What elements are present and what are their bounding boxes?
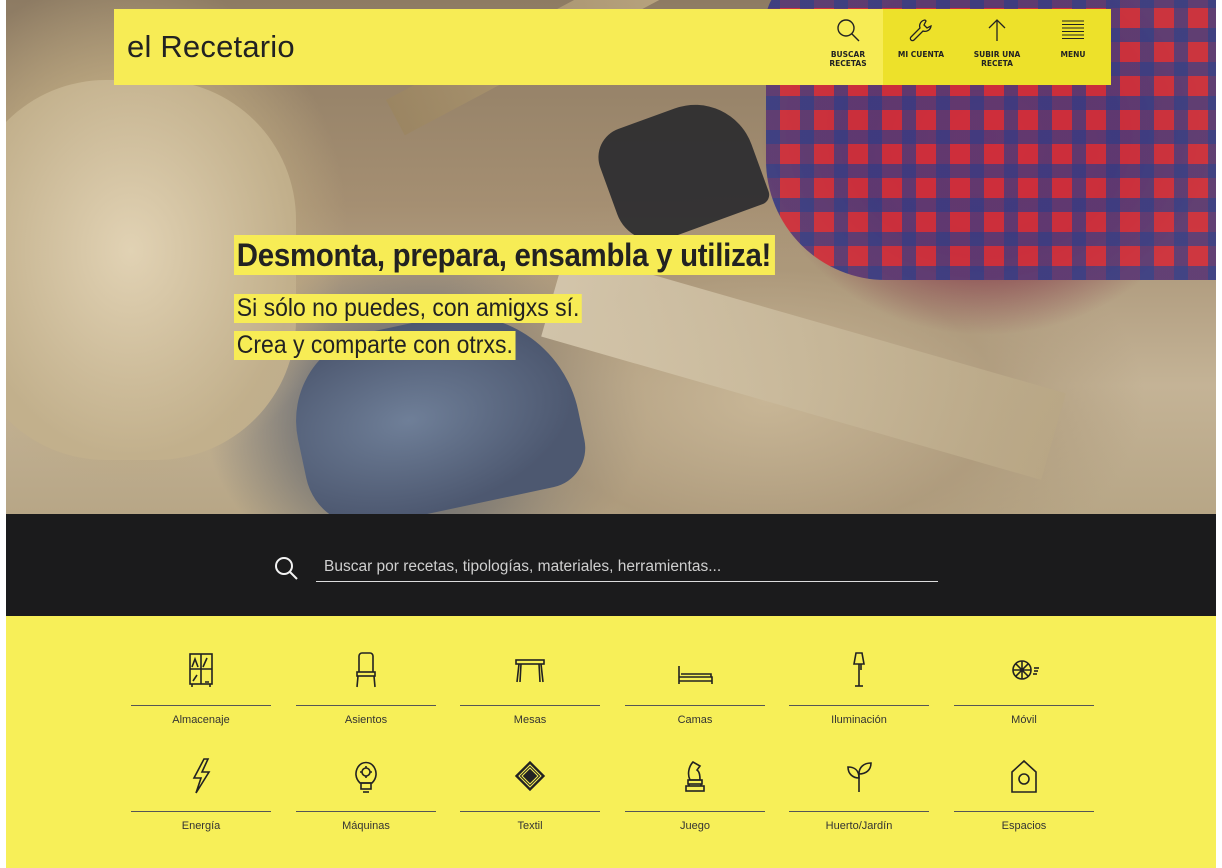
- category-label: Huerto/Jardín: [825, 820, 893, 832]
- nav-search-label: BUSCAR RECETAS: [829, 50, 867, 68]
- category-label: Energía: [181, 820, 221, 832]
- hero-subline-2: Crea y comparte con otrxs.: [234, 331, 516, 360]
- house-icon: [1011, 759, 1037, 793]
- lamp-icon: [853, 652, 865, 687]
- category-label: Asientos: [344, 714, 388, 726]
- category-grid: Almacenaje Asientos Mesas Camas Iluminac…: [6, 616, 1216, 868]
- arrow-up-icon: [988, 19, 1006, 41]
- chess-piece-icon: [685, 761, 705, 792]
- sprout-icon: [847, 762, 872, 792]
- category-energia[interactable]: Energía: [131, 756, 271, 836]
- category-almacenaje[interactable]: Almacenaje: [131, 650, 271, 730]
- category-maquinas[interactable]: Máquinas: [296, 756, 436, 836]
- nav-search-recipes-button[interactable]: BUSCAR RECETAS: [813, 9, 883, 85]
- rug-icon: [514, 760, 546, 792]
- top-navigation-bar: el Recetario BUSCAR RECETAS MI CUENTA SU…: [114, 9, 1111, 85]
- category-label: Espacios: [1001, 820, 1047, 832]
- nav-my-account-label: MI CUENTA: [897, 50, 945, 59]
- chair-icon: [356, 652, 376, 688]
- category-label: Máquinas: [342, 820, 390, 832]
- category-espacios[interactable]: Espacios: [954, 756, 1094, 836]
- category-label: Móvil: [1011, 714, 1037, 726]
- nav-upload-recipe-button[interactable]: SUBIR UNA RECETA: [959, 9, 1035, 85]
- bed-icon: [678, 666, 713, 684]
- lightning-icon: [192, 758, 211, 794]
- category-movil[interactable]: Móvil: [954, 650, 1094, 730]
- category-juego[interactable]: Juego: [625, 756, 765, 836]
- hamburger-icon: [1062, 20, 1084, 40]
- hero-headline: Desmonta, prepara, ensambla y utiliza!: [234, 235, 775, 275]
- category-textil[interactable]: Textil: [460, 756, 600, 836]
- lightbulb-icon: [355, 761, 377, 793]
- wrench-icon: [909, 19, 932, 42]
- category-mesas[interactable]: Mesas: [460, 650, 600, 730]
- category-camas[interactable]: Camas: [625, 650, 765, 730]
- shelf-icon: [189, 653, 213, 687]
- category-label: Camas: [677, 714, 713, 726]
- search-icon[interactable]: [273, 555, 299, 581]
- category-asientos[interactable]: Asientos: [296, 650, 436, 730]
- search-band: [6, 514, 1216, 616]
- category-label: Almacenaje: [172, 714, 230, 726]
- nav-my-account-button[interactable]: MI CUENTA: [883, 9, 959, 85]
- site-logo[interactable]: el Recetario: [114, 9, 813, 85]
- category-label: Iluminación: [831, 714, 887, 726]
- category-label: Mesas: [513, 714, 547, 726]
- table-icon: [515, 659, 545, 683]
- category-huerto-jardin[interactable]: Huerto/Jardín: [789, 756, 929, 836]
- category-label: Textil: [517, 820, 543, 832]
- search-input[interactable]: [316, 552, 938, 582]
- wheel-icon: [1012, 660, 1039, 680]
- hero-subline-1: Si sólo no puedes, con amigxs sí.: [234, 294, 583, 323]
- nav-menu-label: MENU: [1060, 50, 1086, 59]
- category-iluminacion[interactable]: Iluminación: [789, 650, 929, 730]
- search-icon: [837, 19, 860, 42]
- nav-menu-button[interactable]: MENU: [1035, 9, 1111, 85]
- category-label: Juego: [680, 820, 710, 832]
- nav-upload-recipe-label: SUBIR UNA RECETA: [973, 50, 1021, 68]
